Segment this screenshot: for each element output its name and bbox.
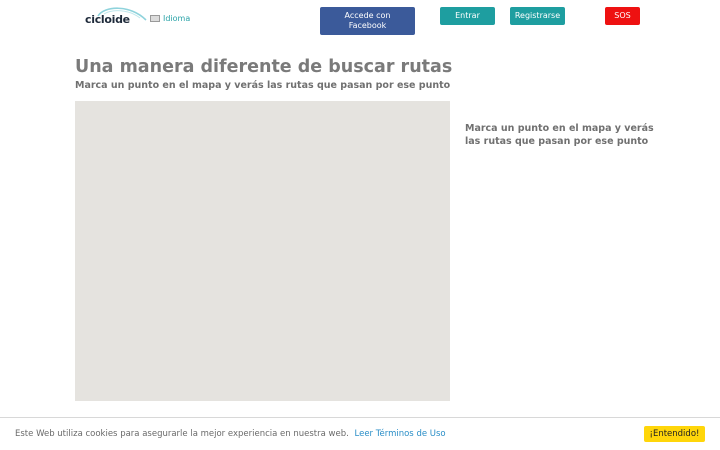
language-label: Idioma — [163, 14, 191, 23]
sos-button[interactable]: SOS — [605, 7, 640, 25]
language-selector[interactable]: Idioma — [150, 14, 190, 23]
page-subtitle: Marca un punto en el mapa y verás las ru… — [75, 80, 451, 91]
page-title: Una manera diferente de buscar rutas — [75, 57, 453, 77]
facebook-login-button[interactable]: Accede con Facebook — [320, 7, 415, 35]
cookie-message: Este Web utiliza cookies para asegurarle… — [15, 429, 446, 439]
logo-text: cicloide — [85, 13, 130, 26]
register-button[interactable]: Registrarse — [510, 7, 565, 25]
route-map[interactable] — [75, 101, 450, 401]
side-instructions: Marca un punto en el mapa y verás las ru… — [465, 123, 654, 147]
terms-link[interactable]: Leer Términos de Uso — [355, 429, 446, 439]
flag-icon — [150, 15, 160, 22]
cookie-banner: Este Web utiliza cookies para asegurarle… — [0, 417, 720, 450]
login-button[interactable]: Entrar — [440, 7, 495, 25]
site-logo[interactable]: cicloide — [84, 4, 148, 26]
cookie-text: Este Web utiliza cookies para asegurarle… — [15, 429, 349, 439]
accept-cookies-button[interactable]: ¡Entendido! — [644, 426, 705, 442]
page: cicloide Idioma Accede con Facebook Entr… — [0, 0, 720, 450]
